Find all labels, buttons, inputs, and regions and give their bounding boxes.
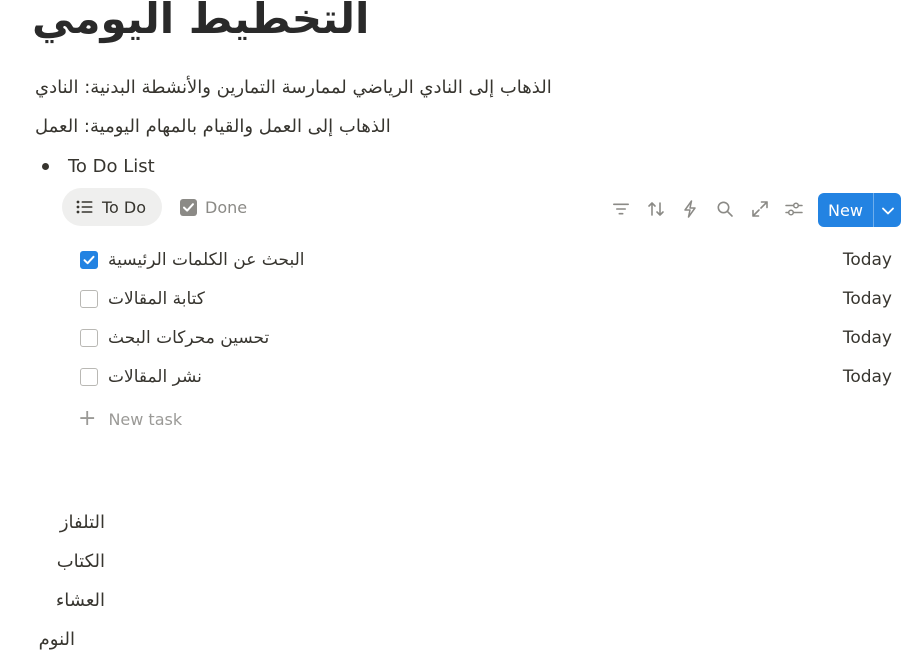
text-item-tv: التلفاز	[59, 512, 105, 533]
tab-done-label: Done	[205, 197, 248, 217]
new-task-button[interactable]: + New task	[78, 405, 182, 433]
task-title[interactable]: نشر المقالات	[108, 363, 202, 391]
search-icon[interactable]	[715, 199, 735, 219]
task-title[interactable]: تحسين محركات البحث	[108, 324, 269, 352]
paragraph-gym: الذهاب إلى النادي الرياضي لممارسة التمار…	[35, 77, 552, 98]
task-title[interactable]: كتابة المقالات	[108, 285, 205, 313]
new-button[interactable]: New	[818, 193, 874, 227]
bullet-label[interactable]: To Do List	[68, 156, 155, 177]
task-date: Today	[842, 289, 892, 309]
page-title: التخطيط اليومي	[32, 0, 370, 43]
checkmark-icon	[83, 255, 95, 265]
task-row[interactable]: نشر المقالات Today	[80, 363, 892, 391]
task-row[interactable]: تحسين محركات البحث Today	[80, 324, 892, 352]
settings-sliders-icon[interactable]	[784, 199, 804, 219]
task-checkbox[interactable]	[80, 329, 98, 347]
paragraph-work: الذهاب إلى العمل والقيام بالمهام اليومية…	[35, 116, 391, 137]
new-button-group: New	[818, 193, 901, 227]
task-date: Today	[842, 367, 892, 387]
task-date: Today	[842, 328, 892, 348]
task-date: Today	[842, 250, 892, 270]
task-row[interactable]: البحث عن الكلمات الرئيسية Today	[80, 246, 892, 274]
task-row[interactable]: كتابة المقالات Today	[80, 285, 892, 313]
expand-icon[interactable]	[750, 199, 770, 219]
tab-todo[interactable]: To Do	[62, 188, 162, 226]
task-title[interactable]: البحث عن الكلمات الرئيسية	[108, 246, 304, 274]
chevron-down-icon	[881, 201, 895, 220]
text-item-sleep: النوم	[38, 629, 75, 650]
bullet-dot	[42, 162, 49, 170]
list-icon	[76, 199, 94, 215]
plus-icon: +	[78, 406, 97, 431]
checkbox-checked-icon	[180, 198, 197, 216]
new-task-label: New task	[108, 409, 183, 429]
filter-icon[interactable]	[611, 199, 631, 219]
lightning-icon[interactable]	[680, 199, 700, 219]
text-item-dinner: العشاء	[55, 590, 105, 611]
tab-done[interactable]: Done	[166, 188, 262, 226]
bullet-item-todo-list: To Do List	[42, 153, 155, 179]
sort-icon[interactable]	[646, 199, 666, 219]
tab-todo-label: To Do	[102, 197, 147, 217]
text-item-book: الكتاب	[56, 551, 105, 572]
task-checkbox[interactable]	[80, 290, 98, 308]
new-dropdown-button[interactable]	[874, 193, 901, 227]
task-checkbox[interactable]	[80, 251, 98, 269]
task-checkbox[interactable]	[80, 368, 98, 386]
